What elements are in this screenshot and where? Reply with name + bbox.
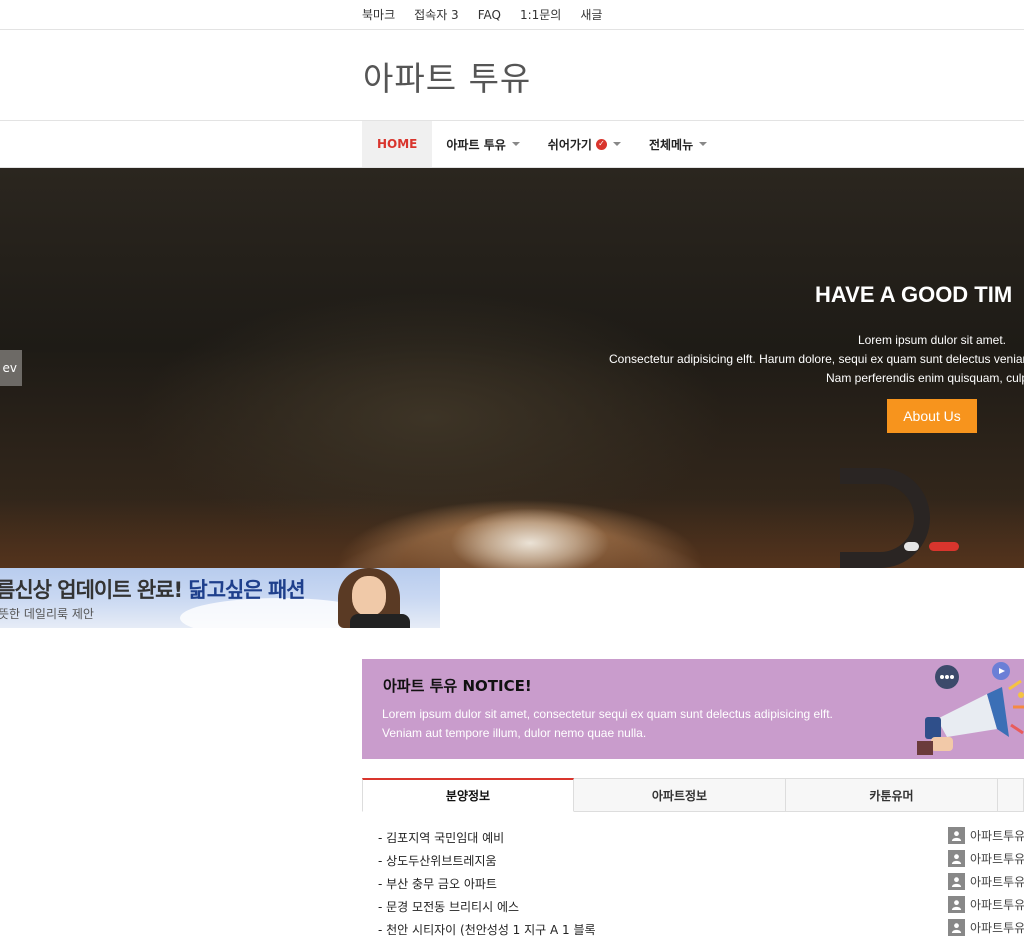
check-badge-icon: ✓ [595,138,607,150]
banner-model-image [330,568,420,628]
banner-headline-a: 름신상 업데이트 완료! [0,578,189,602]
user-icon [948,873,965,890]
user-icon [948,850,965,867]
user-icon [948,896,965,913]
main-nav: HOME 아파트 투유 쉬어가기 ✓ 전체메뉴 [0,121,1024,168]
hero-text-line: Lorem ipsum dulor sit amet. [857,333,1006,347]
notice-box: 아파트 투유 NOTICE! Lorem ipsum dulor sit ame… [362,659,1024,759]
caret-down-icon [612,142,621,146]
nav-item-apartment[interactable]: 아파트 투유 [432,121,533,167]
hero-slider: HAVE A GOOD TIM Lorem ipsum dulor sit am… [0,168,1024,568]
nav-item-home[interactable]: HOME [362,121,433,167]
post-author: 아파트투유 [948,827,1024,844]
content-tabs: 분양정보 아파트정보 카툰유머 [362,778,1024,812]
post-title[interactable]: - 상도두산위브트레지움 [378,852,497,869]
slider-dots [904,542,959,551]
list-item[interactable]: - 천안 시티자이 (천안성성 1 지구 A 1 블록 아파트투유 [362,918,1024,941]
visitors-link[interactable]: 접속자 3 [414,6,459,23]
caret-down-icon [511,142,520,146]
slider-dot-active[interactable] [929,542,959,551]
notice-text-line: Lorem ipsum dulor sit amet, consectetur … [382,707,833,721]
list-item[interactable]: - 상도두산위브트레지움 아파트투유 [362,849,1024,872]
notice-text-line: Veniam aut tempore illum, dulor nemo qua… [382,726,647,740]
header: 아파트 투유 [0,30,1024,121]
megaphone-icon [917,662,1024,755]
tab-apartment-info[interactable]: 아파트정보 [574,778,786,812]
nav-item-label: 쉬어가기 [547,137,592,152]
user-icon [948,827,965,844]
tab-sale-info[interactable]: 분양정보 [362,778,574,812]
top-utility-bar: 북마크 접속자 3 FAQ 1:1문의 새글 [0,0,1024,30]
post-author-name: 아파트투유 [970,921,1024,935]
ad-banner[interactable]: 름신상 업데이트 완료! 닮고싶은 패션 뜻한 데일리룩 제안 [0,568,440,628]
post-list: - 김포지역 국민임대 예비 아파트투유 - 상도두산위브트레지움 아파트투유 … [362,826,1024,941]
notice-title: 아파트 투유 NOTICE! [383,677,532,695]
banner-headline-b: 닮고싶은 패션 [188,578,305,602]
banner-subtext: 뜻한 데일리룩 제안 [0,607,94,621]
post-author-name: 아파트투유 [970,852,1024,866]
faq-link[interactable]: FAQ [478,8,501,22]
top-links: 북마크 접속자 3 FAQ 1:1문의 새글 [362,0,602,29]
post-author-name: 아파트투유 [970,829,1024,843]
post-title[interactable]: - 김포지역 국민임대 예비 [378,829,504,846]
post-author-name: 아파트투유 [970,875,1024,889]
post-author: 아파트투유 [948,850,1024,867]
new-posts-link[interactable]: 새글 [580,6,602,23]
slider-dot[interactable] [904,542,919,551]
about-us-button[interactable]: About Us [887,399,977,433]
post-author: 아파트투유 [948,896,1024,913]
list-item[interactable]: - 김포지역 국민임대 예비 아파트투유 [362,826,1024,849]
slider-prev-button[interactable]: ev [0,350,22,386]
hero-text-line: Consectetur adipisicing elft. Harum dolo… [609,352,1024,366]
inquiry-link[interactable]: 1:1문의 [520,6,561,23]
nav-item-label: 전체메뉴 [648,137,694,152]
bookmark-link[interactable]: 북마크 [362,6,395,23]
nav-item-all-menu[interactable]: 전체메뉴 [635,121,721,167]
tab-cartoon-humor[interactable]: 카툰유머 [786,778,998,812]
nav-item-relax[interactable]: 쉬어가기 ✓ [534,121,635,167]
caret-down-icon [699,142,708,146]
post-title[interactable]: - 부산 충무 금오 아파트 [378,875,497,892]
post-author: 아파트투유 [948,873,1024,890]
list-item[interactable]: - 문경 모전동 브리티시 에스 아파트투유 [362,895,1024,918]
post-title[interactable]: - 천안 시티자이 (천안성성 1 지구 A 1 블록 [378,921,596,938]
post-author-name: 아파트투유 [970,898,1024,912]
post-title[interactable]: - 문경 모전동 브리티시 에스 [378,898,519,915]
hero-title: HAVE A GOOD TIM [815,282,1013,307]
site-title[interactable]: 아파트 투유 [363,52,531,100]
tab-more[interactable] [998,778,1024,812]
nav-item-label: HOME [377,137,418,151]
hero-text-line: Nam perferendis enim quisquam, culp [826,371,1024,385]
post-author: 아파트투유 [948,919,1024,936]
user-icon [948,919,965,936]
list-item[interactable]: - 부산 충무 금오 아파트 아파트투유 [362,872,1024,895]
nav-item-label: 아파트 투유 [446,137,506,152]
banner-headline: 름신상 업데이트 완료! 닮고싶은 패션 [0,574,306,604]
